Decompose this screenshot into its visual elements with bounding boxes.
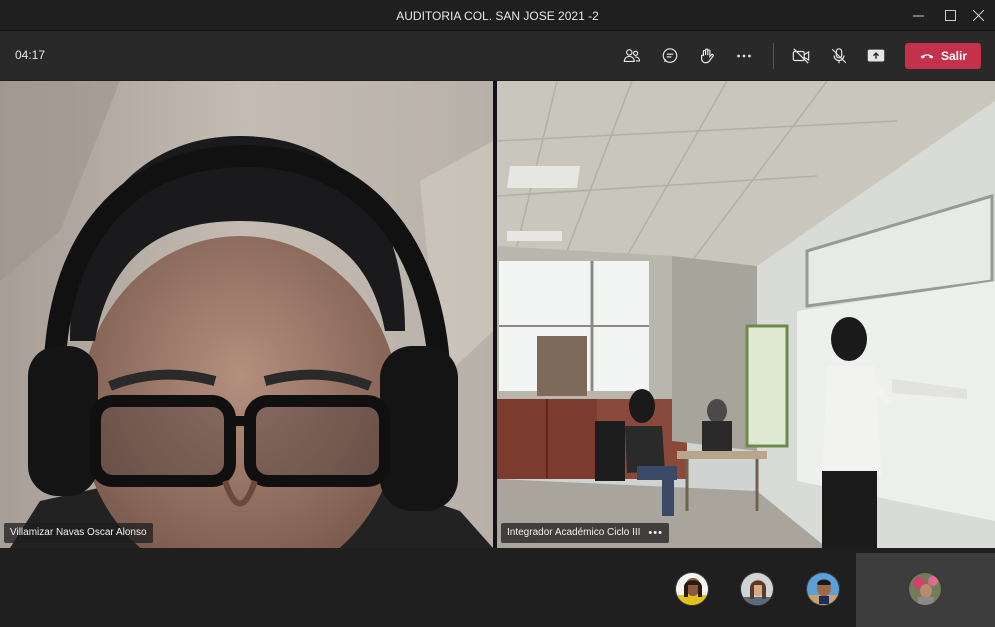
participant-more-icon[interactable]: ••• bbox=[648, 523, 663, 543]
participant-name: Integrador Académico Ciclo III bbox=[507, 527, 641, 538]
more-icon[interactable] bbox=[731, 43, 757, 69]
participants-icon[interactable] bbox=[619, 43, 645, 69]
self-view[interactable] bbox=[856, 553, 995, 627]
window-title: AUDITORIA COL. SAN JOSE 2021 -2 bbox=[396, 9, 599, 23]
participant-name-tag: Villamizar Navas Oscar Alonso bbox=[4, 523, 153, 543]
participant-video-1 bbox=[0, 81, 493, 548]
video-stage: Villamizar Navas Oscar Alonso Integrador… bbox=[0, 81, 995, 548]
participants-bar bbox=[0, 548, 995, 627]
meeting-timer: 04:17 bbox=[15, 48, 46, 62]
self-avatar bbox=[908, 572, 942, 606]
leave-button[interactable]: Salir bbox=[905, 43, 981, 69]
meeting-toolbar: 04:17 Salir bbox=[0, 30, 995, 80]
participant-video-2 bbox=[497, 81, 995, 548]
title-bar: AUDITORIA COL. SAN JOSE 2021 -2 bbox=[0, 0, 995, 30]
avatar-1[interactable] bbox=[675, 572, 709, 606]
video-tile-2[interactable]: Integrador Académico Ciclo III ••• bbox=[497, 81, 995, 548]
maximize-icon[interactable] bbox=[939, 4, 961, 26]
avatar-3[interactable] bbox=[806, 572, 840, 606]
toolbar-divider bbox=[773, 43, 774, 69]
leave-label: Salir bbox=[940, 49, 967, 63]
participant-name-tag: Integrador Académico Ciclo III ••• bbox=[501, 523, 669, 543]
video-tile-1[interactable]: Villamizar Navas Oscar Alonso bbox=[0, 81, 493, 548]
participant-name: Villamizar Navas Oscar Alonso bbox=[10, 527, 147, 538]
camera-off-icon[interactable] bbox=[788, 43, 814, 69]
phone-hangup-icon bbox=[920, 54, 934, 59]
mic-off-icon[interactable] bbox=[826, 43, 852, 69]
chat-icon[interactable] bbox=[657, 43, 683, 69]
share-screen-icon[interactable] bbox=[863, 43, 889, 69]
raise-hand-icon[interactable] bbox=[694, 43, 720, 69]
close-icon[interactable] bbox=[967, 4, 989, 26]
avatar-2[interactable] bbox=[740, 572, 774, 606]
minimize-icon[interactable] bbox=[907, 4, 929, 26]
